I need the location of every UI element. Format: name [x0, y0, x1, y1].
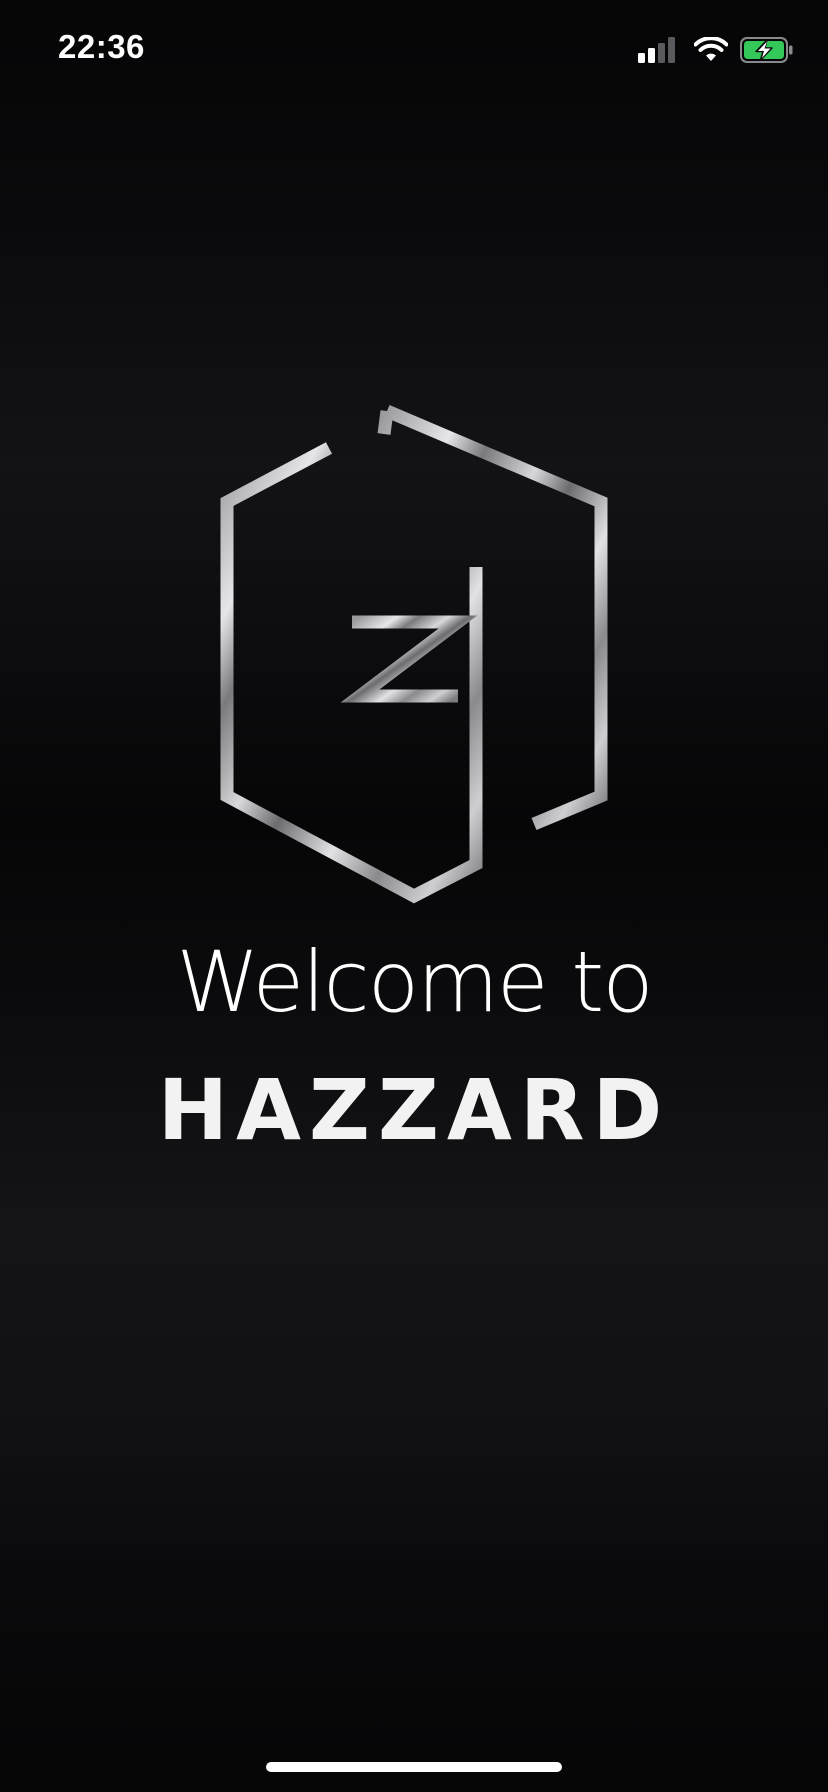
splash-screen: 22:36 Welcome to HAZZARD [0, 0, 828, 1792]
status-icons [638, 36, 794, 64]
signal-icon [638, 37, 678, 63]
status-bar: 22:36 [0, 0, 828, 100]
home-indicator[interactable] [266, 1762, 562, 1772]
battery-charging-icon [740, 37, 794, 63]
welcome-title: Welcome to [176, 933, 653, 1031]
status-time: 22:36 [58, 28, 145, 65]
wifi-icon [694, 37, 728, 63]
hazzard-hex-logo-icon [220, 405, 608, 904]
brand-name: HAZZARD [157, 1061, 671, 1159]
